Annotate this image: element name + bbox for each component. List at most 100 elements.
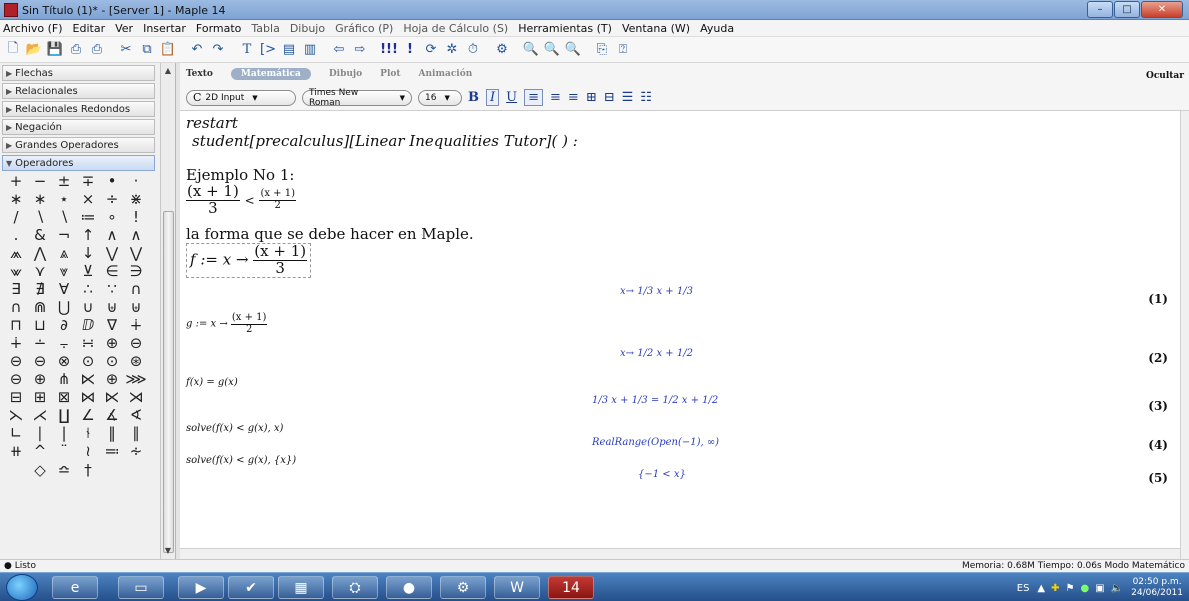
operator-symbol[interactable]: ∠: [76, 407, 100, 424]
action-center-icon[interactable]: ✚: [1051, 583, 1059, 594]
flag-icon[interactable]: ⚑: [1066, 583, 1075, 594]
operator-symbol[interactable]: ⋀: [28, 245, 52, 262]
input-mode-select[interactable]: C 2D Input ▼: [186, 89, 296, 106]
operator-symbol[interactable]: ∖: [52, 209, 76, 226]
save-icon[interactable]: 💾: [46, 41, 64, 59]
g-definition-input[interactable]: g := x → (x + 1) 2: [186, 312, 268, 335]
operator-symbol[interactable]: ⋊: [124, 389, 148, 406]
operator-symbol[interactable]: ∐: [52, 407, 76, 424]
operator-symbol[interactable]: ∸: [28, 335, 52, 352]
volume-icon[interactable]: 🔈: [1111, 583, 1123, 594]
shell-app-icon[interactable]: ⛭: [332, 576, 378, 599]
menu-ver[interactable]: Ver: [115, 22, 133, 35]
puzzle-app-icon[interactable]: ▦: [278, 576, 324, 599]
cut-icon[interactable]: ✂: [117, 41, 135, 59]
forward-arrow-icon[interactable]: ⇨: [351, 41, 369, 59]
maple-app-icon[interactable]: [4, 3, 18, 17]
operator-symbol[interactable]: ⫮: [76, 425, 100, 442]
menu-ayuda[interactable]: Ayuda: [700, 22, 734, 35]
operator-symbol[interactable]: ⊕: [100, 335, 124, 352]
text-mode-icon[interactable]: T: [238, 41, 256, 59]
palette-grandes-operadores[interactable]: ▶ Grandes Operadores: [2, 137, 155, 153]
underline-button[interactable]: U: [506, 90, 517, 105]
zoom-150-icon[interactable]: 🔍: [543, 41, 561, 59]
expand-section-icon[interactable]: ▥: [301, 41, 319, 59]
zoom-200-icon[interactable]: 🔍: [564, 41, 582, 59]
outdent-icon[interactable]: ⊟: [604, 90, 615, 105]
document-vertical-scrollbar[interactable]: [1180, 111, 1189, 559]
operator-symbol[interactable]: +: [4, 173, 28, 190]
operator-symbol[interactable]: ‖: [100, 425, 124, 442]
operator-symbol[interactable]: ↓: [76, 245, 100, 262]
operator-symbol[interactable]: ↑: [76, 227, 100, 244]
operator-symbol[interactable]: ·: [124, 173, 148, 190]
maple-taskbar-icon[interactable]: 14: [548, 576, 594, 599]
tab-dibujo[interactable]: Dibujo: [329, 69, 362, 79]
word-app-icon[interactable]: W: [494, 576, 540, 599]
numbered-list-icon[interactable]: ☷: [640, 90, 652, 105]
f-definition-input[interactable]: f := x → (x + 1) 3: [186, 243, 312, 278]
solve-command-2[interactable]: solve(f(x) < g(x), {x}): [186, 455, 296, 466]
operator-symbol[interactable]: ⋆: [52, 191, 76, 208]
operator-symbol[interactable]: &: [28, 227, 52, 244]
operator-symbol[interactable]: ¨: [52, 443, 76, 460]
operator-symbol[interactable]: ∀: [52, 281, 76, 298]
operator-symbol[interactable]: ⅅ: [76, 317, 100, 334]
operator-symbol[interactable]: ⊞: [28, 389, 52, 406]
operator-symbol[interactable]: ⊓: [4, 317, 28, 334]
operator-symbol[interactable]: †: [76, 462, 100, 479]
execute-all-icon[interactable]: !!!: [380, 41, 398, 59]
operator-symbol[interactable]: ∔: [4, 335, 28, 352]
menu-editar[interactable]: Editar: [73, 22, 106, 35]
operator-symbol[interactable]: ∻: [124, 443, 148, 460]
operator-symbol[interactable]: ⩖: [4, 263, 28, 280]
interrupt-icon[interactable]: ⚙: [493, 41, 511, 59]
operator-symbol[interactable]: ⋉: [76, 371, 100, 388]
operator-symbol[interactable]: ∧: [124, 227, 148, 244]
operator-symbol[interactable]: !: [124, 209, 148, 226]
operator-symbol[interactable]: ⩕: [4, 245, 28, 262]
operator-symbol[interactable]: ∔: [124, 317, 148, 334]
operator-symbol[interactable]: /: [4, 209, 28, 226]
close-button[interactable]: ✕: [1141, 1, 1183, 18]
operator-symbol[interactable]: ∵: [100, 281, 124, 298]
operator-symbol[interactable]: •: [100, 173, 124, 190]
tutor-command[interactable]: student[precalculus][Linear Inequalities…: [192, 132, 578, 150]
operator-symbol[interactable]: ⩔: [52, 263, 76, 280]
palette-relacionales[interactable]: ▶ Relacionales: [2, 83, 155, 99]
operator-symbol[interactable]: ∓: [76, 173, 100, 190]
operator-symbol[interactable]: ⊖: [28, 353, 52, 370]
operator-symbol[interactable]: ⊎: [124, 299, 148, 316]
solve-command-1[interactable]: solve(f(x) < g(x), x): [186, 423, 283, 434]
messenger-icon[interactable]: ●: [386, 576, 432, 599]
media-player-icon[interactable]: ▶: [178, 576, 224, 599]
palette-operadores[interactable]: ▼ Operadores: [2, 155, 155, 171]
operator-symbol[interactable]: .: [4, 227, 28, 244]
scroll-down-icon[interactable]: ▼: [163, 546, 173, 556]
operator-symbol[interactable]: ⋔: [52, 371, 76, 388]
operator-symbol[interactable]: ∄: [28, 281, 52, 298]
align-left-icon[interactable]: ≡: [524, 89, 544, 106]
operator-symbol[interactable]: ∪: [76, 299, 100, 316]
font-size-select[interactable]: 16 ▼: [418, 89, 462, 106]
operator-symbol[interactable]: ∖: [28, 209, 52, 226]
operator-symbol[interactable]: ∘: [100, 209, 124, 226]
operator-symbol[interactable]: ◇: [28, 462, 52, 479]
clock[interactable]: 02:50 p.m. 24/06/2011: [1131, 577, 1183, 599]
palette-scrollbar[interactable]: ▲ ▼: [160, 63, 175, 559]
operator-symbol[interactable]: ⋃: [52, 299, 76, 316]
operator-symbol[interactable]: ⊙: [76, 353, 100, 370]
maximize-button[interactable]: □: [1114, 1, 1140, 18]
operator-symbol[interactable]: ∣: [28, 425, 52, 442]
operator-symbol[interactable]: ∥: [124, 425, 148, 442]
operator-symbol[interactable]: ⋁: [100, 245, 124, 262]
collapse-section-icon[interactable]: ▤: [280, 41, 298, 59]
operator-symbol[interactable]: −: [28, 173, 52, 190]
operator-symbol[interactable]: ∢: [124, 407, 148, 424]
operator-symbol[interactable]: ∡: [100, 407, 124, 424]
tab-matematica[interactable]: Matemática: [230, 68, 311, 80]
operator-symbol[interactable]: ⋁: [124, 245, 148, 262]
tab-texto[interactable]: Texto: [186, 69, 213, 79]
minimize-button[interactable]: –: [1087, 1, 1113, 18]
palette-relacionales-redondos[interactable]: ▶ Relacionales Redondos: [2, 101, 155, 117]
